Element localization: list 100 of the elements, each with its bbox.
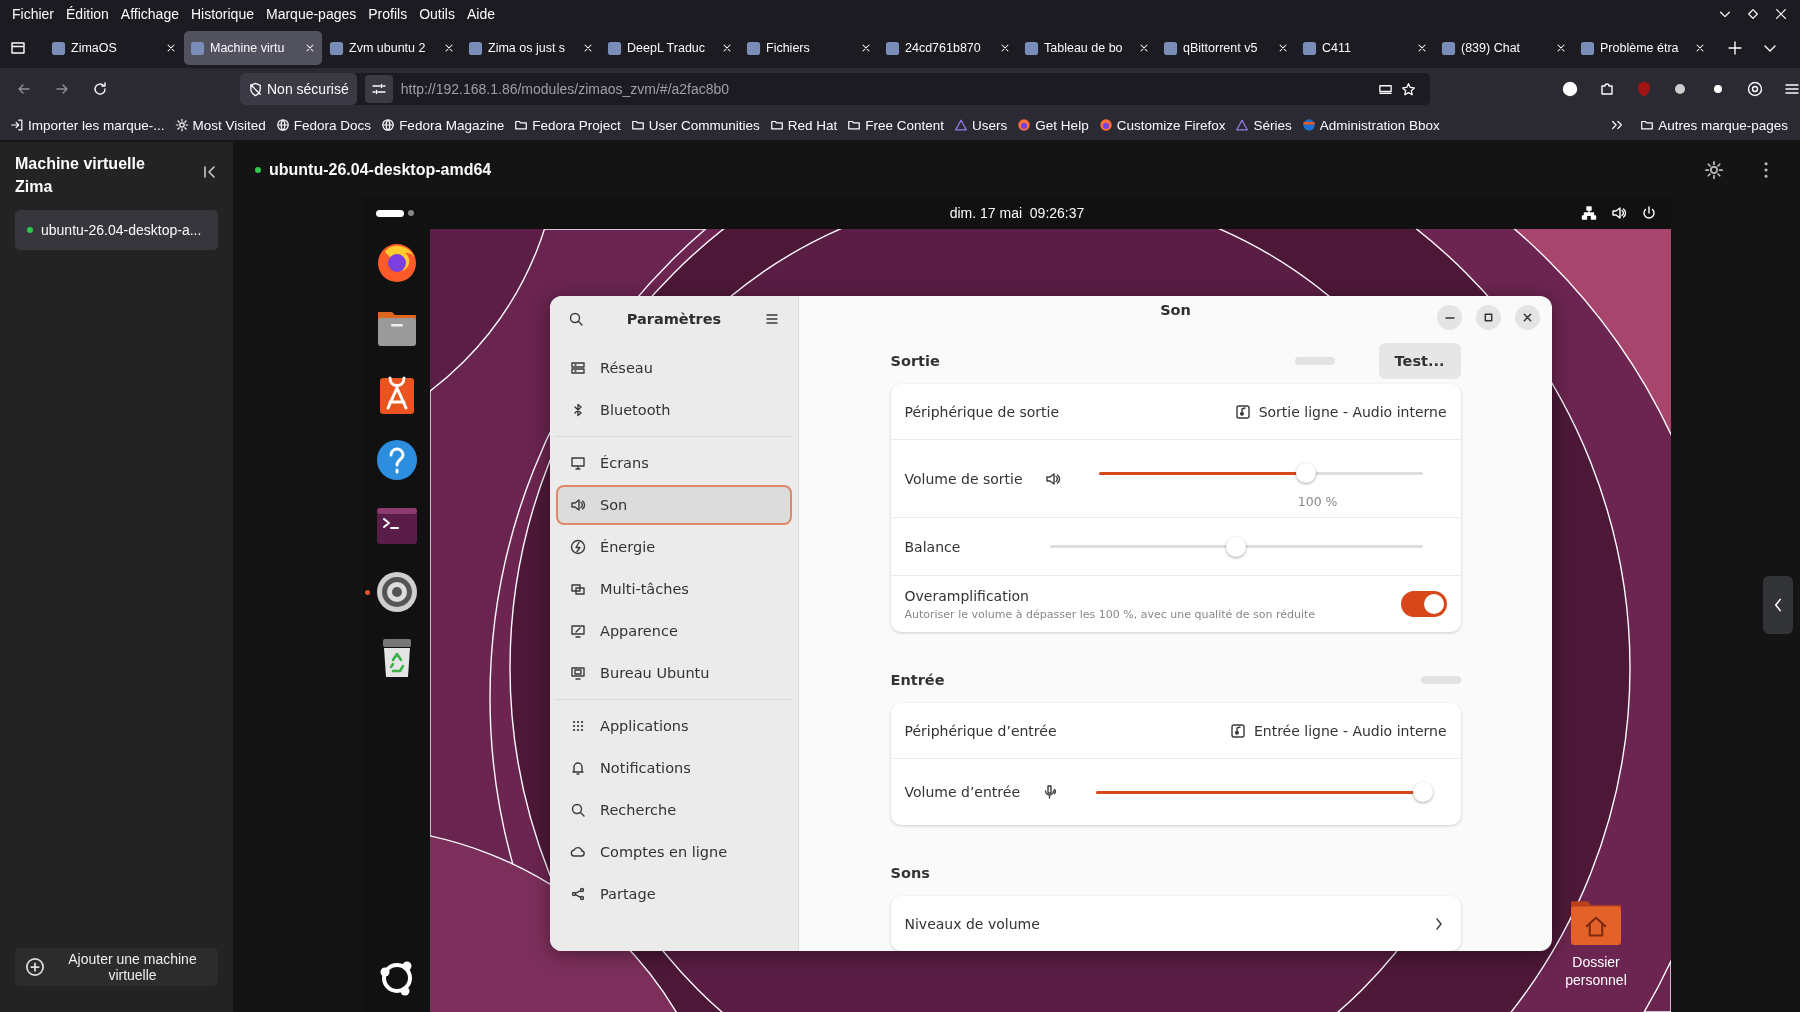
menu-icon[interactable] (1784, 81, 1800, 97)
close-button[interactable] (1515, 305, 1540, 330)
settings-nav-item[interactable]: Énergie (556, 527, 792, 567)
bookmark[interactable]: Users (954, 117, 1008, 133)
menu-item[interactable]: Outils (413, 6, 461, 22)
bookmark[interactable]: Fedora Magazine (381, 117, 505, 133)
settings-nav-item[interactable]: Réseau (556, 348, 792, 388)
browser-tab[interactable]: (839) Chat (1435, 31, 1573, 65)
slider-thumb[interactable] (1412, 782, 1433, 802)
menu-icon[interactable] (764, 311, 780, 327)
menu-item[interactable]: Aide (460, 6, 501, 22)
bookmark[interactable]: Get Help (1017, 117, 1089, 133)
close-icon[interactable] (1416, 42, 1428, 54)
toggle-switch[interactable] (1400, 591, 1447, 617)
browser-tab[interactable]: Fichiers (740, 31, 878, 65)
minimize-button[interactable] (1437, 305, 1462, 330)
machine-item[interactable]: ubuntu-26.04-desktop-a... (15, 210, 218, 250)
bookmark[interactable]: Importer les marque-... (10, 117, 165, 133)
menu-item[interactable]: Affichage (114, 6, 185, 22)
double-chevron-icon[interactable] (1610, 118, 1625, 132)
gear-icon[interactable] (374, 570, 419, 614)
bookmark[interactable]: Fedora Project (514, 117, 621, 133)
reload-icon[interactable] (92, 81, 108, 97)
menu-item[interactable]: Marque-pages (260, 6, 363, 22)
close-icon[interactable] (1277, 42, 1289, 54)
add-machine-button[interactable]: Ajouter une machine virtuelle (15, 948, 218, 986)
dock-item[interactable] (364, 570, 419, 614)
bookmark[interactable]: Fedora Docs (275, 117, 372, 133)
slider-thumb[interactable] (1295, 463, 1316, 483)
settings-nav-item[interactable]: Applications (556, 706, 792, 746)
security-indicator[interactable]: Non sécurisé (240, 73, 357, 105)
permissions-icon[interactable] (364, 75, 393, 103)
maximize-button[interactable] (1476, 305, 1501, 330)
power-icon[interactable] (1641, 205, 1657, 221)
sidebar-toggle-icon[interactable] (10, 40, 26, 56)
account-icon[interactable] (1562, 81, 1578, 97)
browser-tab[interactable]: ZimaOS (45, 31, 183, 65)
desktop-icon[interactable]: Dossier personnel (1556, 897, 1636, 989)
search-icon[interactable] (568, 311, 584, 327)
bookmark[interactable]: User Communities (630, 117, 760, 133)
settings-nav-item[interactable]: Son (556, 485, 792, 525)
bookmark[interactable]: Most Visited (174, 117, 266, 133)
settings-nav-item[interactable]: Apparence (556, 611, 792, 651)
settings-nav-item[interactable]: Bureau Ubuntu (556, 653, 792, 693)
star-icon[interactable] (1401, 81, 1416, 97)
row-label[interactable]: Niveaux de volume (904, 915, 1040, 932)
close-icon[interactable] (304, 42, 316, 54)
settings-icon[interactable] (1704, 159, 1724, 180)
settings-nav-item[interactable]: Partage (556, 874, 792, 914)
browser-tab[interactable]: qBittorrent v5 (1157, 31, 1295, 65)
restore-icon[interactable] (1746, 7, 1760, 21)
browser-tab[interactable]: C411 (1296, 31, 1434, 65)
settings-nav-item[interactable]: Multi-tâches (556, 569, 792, 609)
network-icon[interactable] (1581, 205, 1597, 221)
close-icon[interactable] (1774, 7, 1788, 21)
volume-icon[interactable] (1611, 205, 1627, 221)
help-icon[interactable] (374, 438, 419, 482)
browser-tab[interactable]: Zima os just s (462, 31, 600, 65)
menu-item[interactable]: Profils (362, 6, 414, 22)
settings-nav-item[interactable]: Recherche (556, 790, 792, 830)
browser-tab[interactable]: Problème étra (1574, 31, 1712, 65)
settings-nav-item[interactable]: Comptes en ligne (556, 832, 792, 872)
settings-nav-item[interactable]: Écrans (556, 443, 792, 483)
menu-item[interactable]: Historique (184, 6, 260, 22)
test-button[interactable]: Test... (1378, 343, 1461, 379)
close-icon[interactable] (1694, 42, 1706, 54)
close-icon[interactable] (1555, 42, 1567, 54)
menu-item[interactable]: Fichier (6, 6, 60, 22)
url-text[interactable]: http://192.168.1.86/modules/zimaos_zvm/#/a2fac8b0 (400, 81, 1370, 97)
browser-tab[interactable]: DeepL Traduc (601, 31, 739, 65)
puzzle-icon[interactable] (1599, 81, 1615, 97)
browser-tab[interactable]: 24cd761b870 (879, 31, 1017, 65)
bookmark[interactable]: Free Content (847, 117, 945, 133)
workspace-indicator[interactable] (376, 209, 414, 217)
close-icon[interactable] (165, 42, 177, 54)
plus-icon[interactable] (1727, 40, 1743, 56)
settings-nav-item[interactable]: Bluetooth (556, 390, 792, 430)
bookmark-folder[interactable]: Autres marque-pages (1640, 117, 1788, 133)
device-selector[interactable]: Entrée ligne - Audio interne (1229, 722, 1447, 739)
security-label: Non sécurisé (267, 81, 349, 97)
device-selector[interactable]: Sortie ligne - Audio interne (1234, 403, 1447, 420)
slider-thumb[interactable] (1226, 536, 1247, 557)
bookmark[interactable]: Customize Firefox (1098, 117, 1226, 133)
close-icon[interactable] (999, 42, 1011, 54)
browser-tab[interactable]: Zvm ubuntu 2 (323, 31, 461, 65)
close-icon[interactable] (582, 42, 594, 54)
settings-nav-item[interactable]: Notifications (556, 748, 792, 788)
close-icon[interactable] (721, 42, 733, 54)
row-label: Balance (904, 538, 961, 555)
close-icon[interactable] (860, 42, 872, 54)
close-icon[interactable] (443, 42, 455, 54)
bookmark[interactable]: Red Hat (769, 117, 838, 133)
clock[interactable]: dim. 17 mai 09:26:37 (917, 205, 1117, 221)
browser-tab[interactable]: Machine virtu (184, 31, 322, 65)
bookmark[interactable]: Administration Bbox (1301, 117, 1440, 133)
close-icon[interactable] (1138, 42, 1150, 54)
circle-icon[interactable] (1747, 81, 1763, 97)
browser-tab[interactable]: Tableau de bo (1018, 31, 1156, 65)
menu-item[interactable]: Édition (60, 6, 115, 22)
bookmark[interactable]: Séries (1235, 117, 1292, 133)
